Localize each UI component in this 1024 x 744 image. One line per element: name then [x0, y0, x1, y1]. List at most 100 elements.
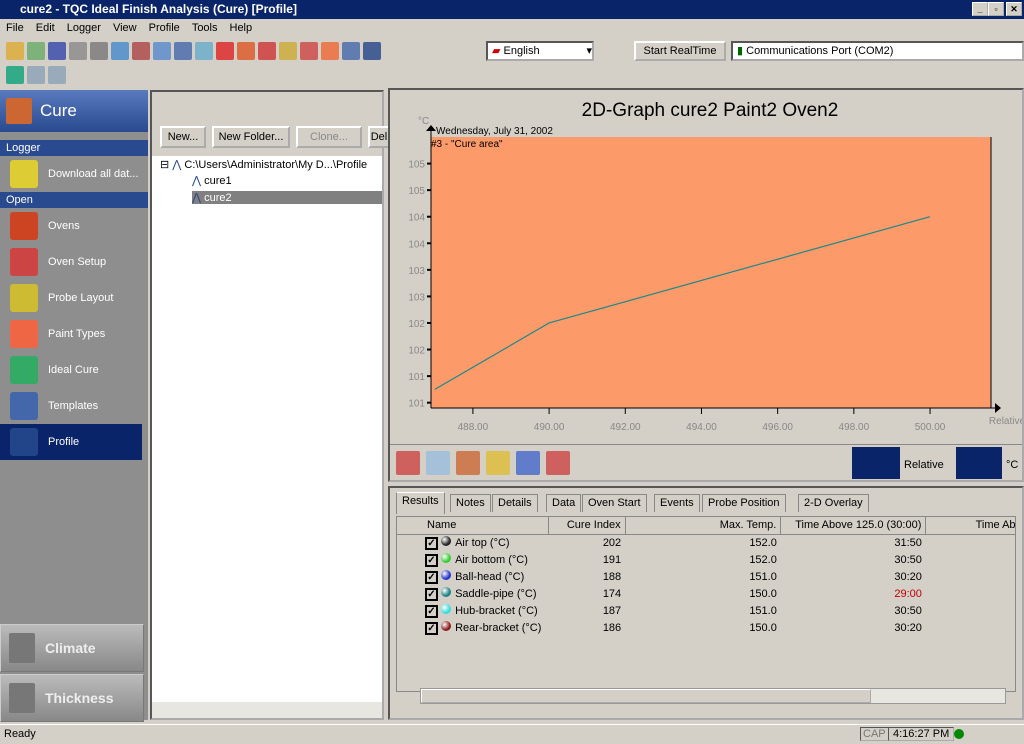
sidebar-item-download[interactable]: Download all dat...	[0, 156, 148, 192]
tab-results[interactable]: Results	[396, 492, 445, 514]
tab-events[interactable]: Events	[654, 494, 700, 512]
column-header[interactable]: Cure Index	[548, 517, 626, 534]
spectrum-icon[interactable]	[456, 451, 480, 475]
menu-help[interactable]: Help	[224, 19, 259, 38]
color-swatch[interactable]	[852, 447, 900, 479]
sidebar-item-probe-layout[interactable]: Probe Layout	[0, 280, 148, 316]
row-checkbox[interactable]: ✓	[425, 536, 438, 550]
sidebar-climate-button[interactable]: Climate	[0, 624, 144, 672]
sidebar-item-ideal-cure[interactable]: Ideal Cure	[0, 352, 148, 388]
import-icon[interactable]	[27, 42, 45, 60]
minimize-button[interactable]: _	[972, 2, 988, 16]
horizontal-scrollbar[interactable]	[152, 702, 382, 718]
download-icon	[10, 160, 38, 188]
copy-icon[interactable]	[153, 42, 171, 60]
sidebar-item-profile[interactable]: Profile	[0, 424, 142, 460]
row-checkbox[interactable]: ✓	[425, 604, 438, 618]
help-icon[interactable]	[216, 42, 234, 60]
paint-icon	[10, 320, 38, 348]
max-temp: 151.0	[749, 604, 777, 617]
row-checkbox[interactable]: ✓	[425, 570, 438, 584]
settings-icon[interactable]	[132, 42, 150, 60]
preview-icon[interactable]	[111, 42, 129, 60]
tab-data[interactable]: Data	[546, 494, 582, 512]
port-select[interactable]: ▮ Communications Port (COM2)	[731, 41, 1024, 61]
language-select[interactable]: ▰ English ▾	[486, 41, 594, 61]
y-tick-label: 102	[408, 346, 425, 357]
column-header[interactable]: Time Above 133.0 (24:0	[925, 517, 1015, 534]
tree-item-cure2[interactable]: ⋀ cure2	[192, 191, 382, 204]
notes-icon[interactable]	[195, 42, 213, 60]
column-header[interactable]: Name	[397, 517, 549, 534]
x-tick-label: 492.00	[610, 422, 641, 433]
table-row[interactable]: ✓ Air top (°C) 202 152.0 31:50 31:	[397, 534, 1015, 551]
oven-setup-icon[interactable]	[396, 451, 420, 475]
menu-tools[interactable]: Tools	[186, 19, 224, 38]
panel-icon[interactable]	[27, 66, 45, 84]
probe-icon[interactable]	[279, 42, 297, 60]
time-above-133: 29:	[926, 568, 1015, 585]
table-row[interactable]: ✓ Hub-bracket (°C) 187 151.0 30:50 29:	[397, 602, 1015, 619]
results-panel: Results Notes Details Data Oven Start Events P…	[388, 486, 1024, 720]
menu-edit[interactable]: Edit	[30, 19, 61, 38]
column-header[interactable]: Time Above 125.0 (30:00)	[780, 517, 927, 534]
tab-probe-position[interactable]: Probe Position	[702, 494, 786, 512]
download-icon[interactable]	[48, 42, 66, 60]
sidebar-item-paint-types[interactable]: Paint Types	[0, 316, 148, 352]
table-row[interactable]: ✓ Ball-head (°C) 188 151.0 30:20 29:	[397, 568, 1015, 585]
maximize-button[interactable]: ▫	[988, 2, 1004, 16]
scrollbar-thumb[interactable]	[421, 689, 871, 703]
sidebar-item-oven-setup[interactable]: Oven Setup	[0, 244, 148, 280]
sidebar-item-ovens[interactable]: Ovens	[0, 208, 148, 244]
column-header[interactable]: Max. Temp.	[625, 517, 782, 534]
tab-notes[interactable]: Notes	[450, 494, 491, 512]
menu-file[interactable]: File	[0, 19, 30, 38]
oven-icon[interactable]	[237, 42, 255, 60]
templates-icon[interactable]	[342, 42, 360, 60]
sidebar-header[interactable]: Cure	[0, 90, 148, 132]
print-icon[interactable]	[90, 42, 108, 60]
max-temp: 150.0	[749, 587, 777, 600]
curve-icon[interactable]	[486, 451, 510, 475]
start-realtime-button[interactable]: Start RealTime	[634, 41, 726, 61]
tree-root[interactable]: ⊟ ⋀ C:\Users\Administrator\My D...\Profi…	[160, 158, 367, 171]
row-checkbox[interactable]: ✓	[425, 587, 438, 601]
bar-chart-icon[interactable]	[546, 451, 570, 475]
tree-clone-button[interactable]: Clone...	[296, 126, 362, 148]
menu-view[interactable]: View	[107, 19, 143, 38]
results-scrollbar[interactable]	[420, 688, 1006, 704]
download-icon[interactable]	[6, 66, 24, 84]
oven-setup-icon[interactable]	[258, 42, 276, 60]
menu-bar: File Edit Logger View Profile Tools Help	[0, 19, 1024, 38]
line-chart: 2D-Graph cure2 Paint2 Oven2 Wednesday, Ju…	[408, 100, 1022, 433]
tab-details[interactable]: Details	[492, 494, 538, 512]
close-button[interactable]: ✕	[1006, 2, 1022, 16]
menu-logger[interactable]: Logger	[61, 19, 107, 38]
tab-2-d-overlay[interactable]: 2-D Overlay	[798, 494, 869, 512]
ideal-cure-icon[interactable]	[321, 42, 339, 60]
open-icon[interactable]	[6, 42, 24, 60]
panel-alt-icon[interactable]	[48, 66, 66, 84]
tree-newfolder-button[interactable]: New Folder...	[212, 126, 290, 148]
profile-icon[interactable]	[363, 42, 381, 60]
sidebar-thickness-button[interactable]: Thickness	[0, 674, 144, 722]
profile-icon[interactable]	[426, 451, 450, 475]
menu-profile[interactable]: Profile	[143, 19, 186, 38]
tree-new-button[interactable]: New...	[160, 126, 206, 148]
cure-index: 202	[602, 536, 622, 549]
tree-del-button[interactable]: Del	[368, 126, 390, 148]
paint-icon[interactable]	[300, 42, 318, 60]
table-row[interactable]: ✓ Air bottom (°C) 191 152.0 30:50 30:	[397, 551, 1015, 568]
upload-icon[interactable]	[69, 42, 87, 60]
graph-icon[interactable]	[174, 42, 192, 60]
3d-icon[interactable]	[516, 451, 540, 475]
tree-item-cure1[interactable]: ⋀ cure1	[192, 174, 232, 187]
sidebar-item-templates[interactable]: Templates	[0, 388, 148, 424]
row-checkbox[interactable]: ✓	[425, 621, 438, 635]
tab-oven-start[interactable]: Oven Start	[582, 494, 647, 512]
color-swatch-2[interactable]	[956, 447, 1002, 479]
table-row[interactable]: ✓ Saddle-pipe (°C) 174 150.0 29:00 27:	[397, 585, 1015, 602]
row-checkbox[interactable]: ✓	[425, 553, 438, 567]
probe-color-icon	[441, 586, 452, 597]
table-row[interactable]: ✓ Rear-bracket (°C) 186 150.0 30:20 29:	[397, 619, 1015, 636]
